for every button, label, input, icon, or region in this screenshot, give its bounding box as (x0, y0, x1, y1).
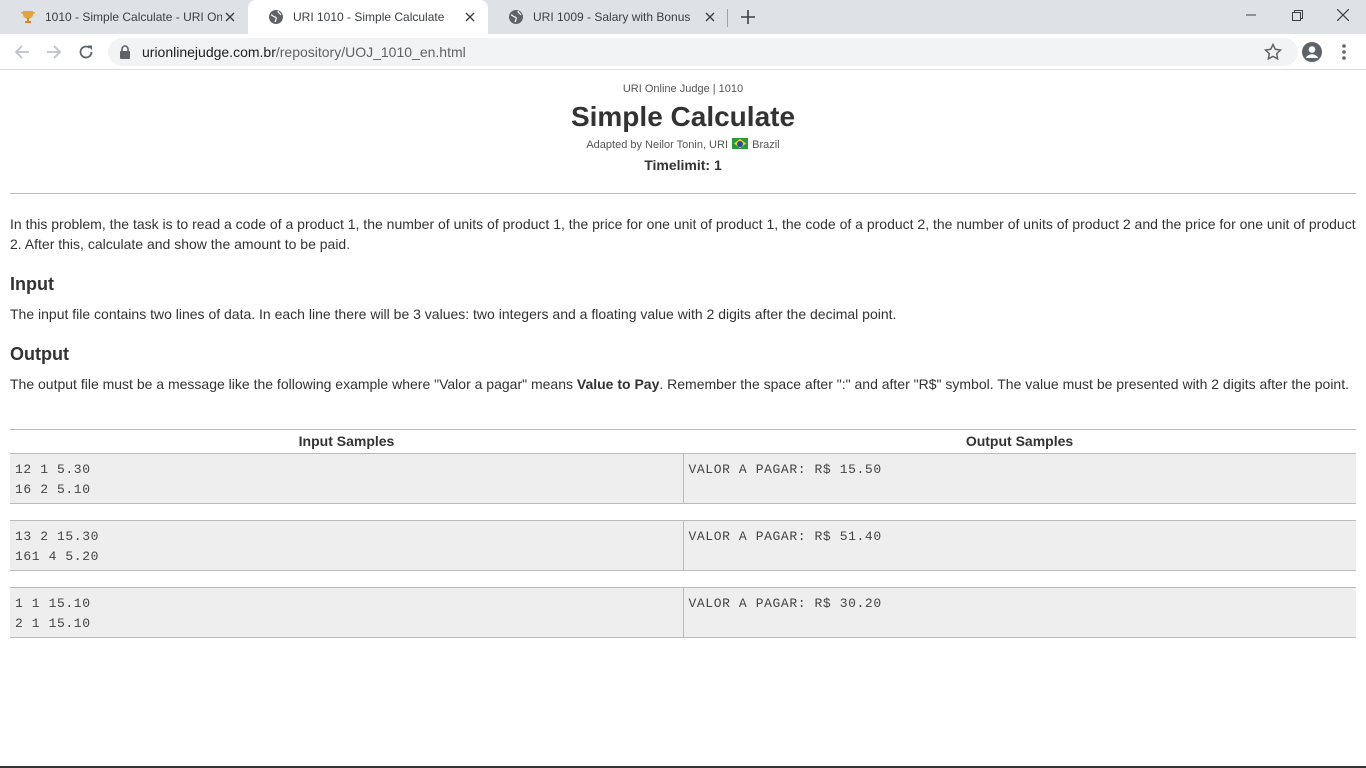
output-samples-header: Output Samples (965, 433, 1074, 449)
input-heading: Input (10, 274, 54, 294)
sample-output: VALOR A PAGAR: R$ 15.50 (688, 462, 882, 477)
plus-icon (741, 10, 755, 24)
close-window-button[interactable] (1320, 0, 1366, 30)
close-icon (1337, 9, 1349, 21)
bookmark-star-icon[interactable] (1264, 43, 1282, 61)
back-button[interactable] (8, 38, 36, 66)
restore-icon (1291, 9, 1303, 21)
new-tab-button[interactable] (736, 5, 760, 29)
sample-row: 13 2 15.30 161 4 5.20 VALOR A PAGAR: R$ … (10, 520, 1356, 571)
sample-input: 12 1 5.30 16 2 5.10 (10, 454, 684, 503)
sample-output: VALOR A PAGAR: R$ 51.40 (688, 529, 882, 544)
minimize-icon (1246, 14, 1256, 16)
account-icon (1302, 42, 1322, 62)
browser-toolbar: urionlinejudge.com.br/repository/UOJ_101… (0, 34, 1366, 70)
sample-row: 1 1 15.10 2 1 15.10 VALOR A PAGAR: R$ 30… (10, 587, 1356, 638)
close-tab-icon[interactable] (222, 9, 238, 25)
tab-1010-uri-online-judge[interactable]: 1010 - Simple Calculate - URI Online Jud… (0, 0, 248, 34)
more-vert-icon (1342, 44, 1346, 60)
menu-button[interactable] (1330, 38, 1358, 66)
tab-title: URI 1010 - Simple Calculate (293, 10, 445, 24)
forward-arrow-icon (47, 45, 62, 59)
adapted-country: Brazil (752, 139, 780, 151)
lock-icon (120, 45, 130, 59)
breadcrumb: URI Online Judge | 1010 (622, 83, 744, 95)
page-title: Simple Calculate (570, 101, 796, 132)
sample-input: 13 2 15.30 161 4 5.20 (10, 521, 684, 570)
input-samples-header: Input Samples (298, 433, 395, 449)
globe-icon (508, 9, 524, 25)
timelimit: Timelimit: 1 (644, 157, 722, 173)
divider (10, 193, 1356, 194)
minimize-button[interactable] (1228, 0, 1274, 30)
samples-header: Input Samples Output Samples (10, 429, 1356, 453)
output-text-part: . Remember the space after ":" and after… (659, 376, 1349, 392)
output-text-bold: Value to Pay (576, 376, 660, 392)
url-path: /repository/UOJ_1010_en.html (275, 44, 466, 60)
forward-button[interactable] (40, 38, 68, 66)
url-text: urionlinejudge.com.br/repository/UOJ_101… (142, 44, 466, 60)
globe-icon (268, 9, 284, 25)
tab-uri-1010-simple-calculate[interactable]: URI 1010 - Simple Calculate (248, 0, 488, 34)
tab-title: 1010 - Simple Calculate - URI Online Jud… (45, 10, 222, 24)
samples-table: Input Samples Output Samples 12 1 5.30 1… (10, 429, 1356, 654)
adapted-text: Adapted by Neilor Tonin, URI (586, 139, 728, 151)
page-content: URI Online Judge | 1010 Simple Calculate… (0, 71, 1366, 768)
reload-button[interactable] (72, 38, 100, 66)
output-description: The output file must be a message like t… (10, 374, 1360, 394)
tab-title: URI 1009 - Salary with Bonus (533, 10, 691, 24)
url-host: urionlinejudge.com.br (142, 44, 276, 60)
input-description: The input file contains two lines of dat… (10, 306, 897, 322)
close-tab-icon[interactable] (462, 9, 478, 25)
sample-row: 12 1 5.30 16 2 5.10 VALOR A PAGAR: R$ 15… (10, 453, 1356, 504)
tab-strip: 1010 - Simple Calculate - URI Online Jud… (0, 0, 1366, 34)
restore-button[interactable] (1274, 0, 1320, 30)
adapted-by: Adapted by Neilor Tonin, URI Brazil (0, 138, 1366, 151)
sample-output: VALOR A PAGAR: R$ 30.20 (688, 596, 882, 611)
reload-icon (79, 45, 93, 59)
profile-button[interactable] (1298, 38, 1326, 66)
output-heading: Output (10, 344, 69, 364)
tab-uri-1009-salary-with-bonus[interactable]: URI 1009 - Salary with Bonus (488, 0, 728, 34)
back-arrow-icon (14, 45, 29, 59)
problem-description: In this problem, the task is to read a c… (10, 216, 1356, 252)
sample-input: 1 1 15.10 2 1 15.10 (10, 588, 684, 637)
close-tab-icon[interactable] (702, 9, 718, 25)
trophy-icon (20, 9, 36, 25)
address-bar[interactable]: urionlinejudge.com.br/repository/UOJ_101… (108, 38, 1298, 66)
output-text-part: The output file must be a message like t… (10, 376, 577, 392)
tab-separator (727, 9, 728, 27)
brazil-flag-icon (732, 138, 749, 149)
